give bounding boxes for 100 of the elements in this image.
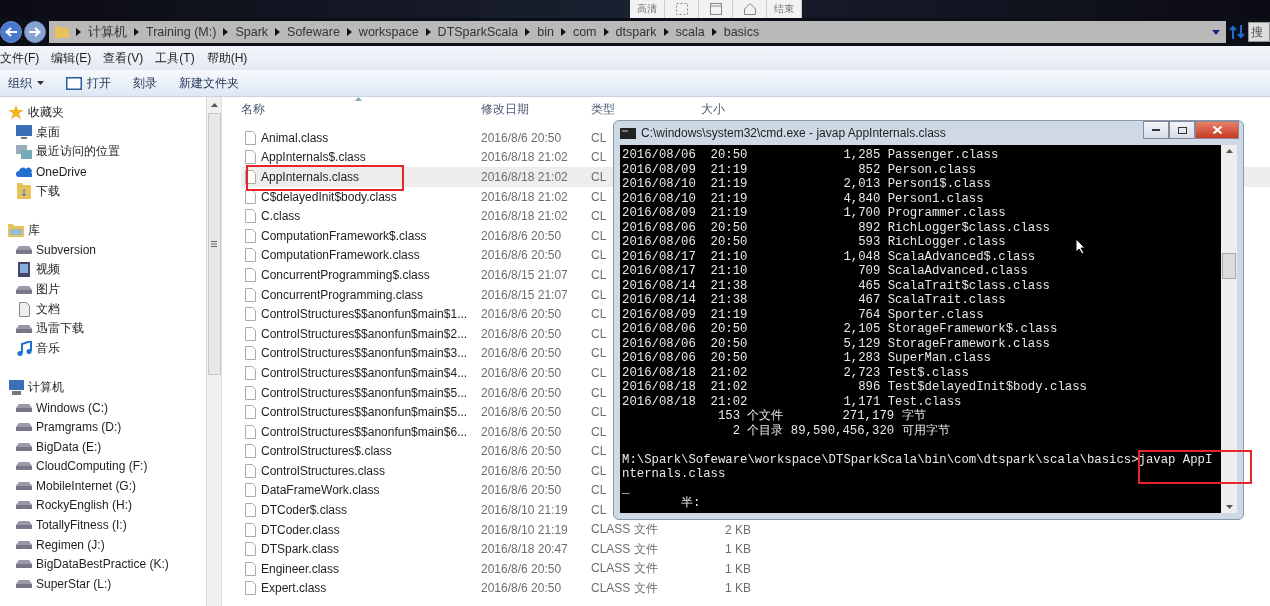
file-size: 2 KB [725, 522, 751, 537]
file-name: DTCoder.class [261, 522, 340, 537]
console-line: 2016/08/06 20:50 892 RichLogger$class.class [622, 220, 1050, 235]
file-name: ControlStructures$$anonfun$main$4... [261, 365, 468, 380]
window-title: C:\windows\system32\cmd.exe - javap AppInternals.class [641, 126, 947, 140]
file-name: ControlStructures$$anonfun$main$5... [261, 385, 468, 400]
console-line: _ [622, 481, 630, 496]
file-name: ComputationFramework.class [261, 248, 420, 263]
file-name: Engineer.class [261, 561, 340, 576]
console-line: 2016/08/14 21:38 467 ScalaTrait.class [622, 293, 1006, 308]
file-type: CL [591, 424, 607, 439]
file-type: CL [591, 346, 607, 361]
file-date: 2016/8/6 20:50 [481, 561, 562, 576]
console-line: 2 个目录 89,590,456,320 可用字节 [731, 423, 950, 438]
file-date: 2016/8/6 20:50 [481, 405, 562, 420]
console-line: 2016/08/09 21:19 852 Person.class [622, 162, 977, 177]
file-name: ControlStructures$$anonfun$main$6... [261, 424, 468, 439]
console-line: nternals.class [622, 467, 726, 482]
file-date: 2016/8/6 20:50 [481, 326, 562, 341]
file-size: 1 KB [725, 581, 751, 596]
file-type: CL [591, 326, 607, 341]
file-type: CL [591, 463, 607, 478]
file-name: ControlStructures.class [261, 463, 386, 478]
file-type: CL [591, 444, 607, 459]
file-type: CL [591, 287, 607, 302]
file-date: 2016/8/6 20:50 [481, 424, 562, 439]
file-name: DataFrameWork.class [261, 483, 380, 498]
console-line: 2016/08/18 21:02 896 Test$delayedInit$body.class [622, 380, 1087, 395]
file-date: 2016/8/6 20:50 [481, 385, 562, 400]
file-name: ControlStructures$.class [261, 444, 392, 459]
file-date: 2016/8/6 20:50 [481, 463, 562, 478]
console-line: 2016/08/17 21:10 709 ScalaAdvanced.class [622, 264, 1028, 279]
file-date: 2016/8/6 20:50 [481, 483, 562, 498]
file-date: 2016/8/15 21:07 [481, 267, 568, 282]
file-type: CLASS 文件 [591, 522, 658, 537]
console-line: 2016/08/06 20:50 5,129 StorageFramework.class [622, 336, 1050, 351]
file-name: ControlStructures$$anonfun$main$3... [261, 346, 468, 361]
console-line: 2016/08/06 20:50 1,285 Passenger.class [622, 148, 999, 163]
file-type: CL [591, 228, 607, 243]
file-name: ControlStructures$$anonfun$main$5... [261, 405, 468, 420]
file-type: CL [591, 307, 607, 322]
file-name: ConcurrentProgramming.class [261, 287, 424, 302]
console-line: 153 个文件 271,179 字节 [716, 409, 926, 424]
file-name: ControlStructures$$anonfun$main$1... [261, 307, 468, 322]
console-line: 2016/08/09 21:19 1,700 Programmer.class [622, 206, 1006, 221]
console-line: 半: [680, 496, 701, 511]
file-type: CLASS 文件 [591, 580, 658, 595]
file-size: 1 KB [725, 561, 751, 576]
console-line: 2016/08/17 21:10 1,048 ScalaAdvanced$.class [622, 249, 1036, 264]
file-name: ConcurrentProgramming$.class [261, 267, 430, 282]
file-date: 2016/8/6 20:50 [481, 307, 562, 322]
file-type: CLASS 文件 [591, 541, 658, 556]
file-type: CL [591, 248, 607, 263]
file-date: 2016/8/18 21:02 [481, 189, 568, 204]
file-date: 2016/8/10 21:19 [481, 503, 568, 518]
console-line: 2016/08/18 21:02 1,171 Test.class [622, 394, 962, 409]
file-type: CL [591, 267, 607, 282]
file-type: CL [591, 503, 607, 518]
file-name: AppInternals.class [261, 170, 360, 184]
file-type: CL [591, 130, 607, 145]
file-name: DTCoder$.class [261, 503, 348, 518]
file-date: 2016/8/6 20:50 [481, 346, 562, 361]
console-line: 2016/08/18 21:02 2,723 Test$.class [622, 365, 969, 380]
file-date: 2016/8/6 20:50 [481, 248, 562, 263]
console-line: 2016/08/09 21:19 764 Sporter.class [622, 307, 984, 322]
console-line: 2016/08/06 20:50 593 RichLogger.class [622, 235, 1006, 250]
file-type: CL [591, 385, 607, 400]
file-name: AppInternals$.class [261, 150, 366, 165]
file-type: CL [591, 189, 607, 204]
file-name: Animal.class [261, 130, 329, 145]
file-type: CL [591, 209, 607, 224]
file-date: 2016/8/15 21:07 [481, 287, 568, 302]
file-type: CL [591, 170, 607, 184]
file-type: CL [591, 365, 607, 380]
file-type: CL [591, 150, 607, 165]
file-date: 2016/8/18 20:47 [481, 542, 568, 557]
file-name: C$delayedInit$body.class [261, 189, 397, 204]
file-date: 2016/8/6 20:50 [481, 581, 562, 596]
file-name: ControlStructures$$anonfun$main$2... [261, 326, 468, 341]
console-line: 2016/08/06 20:50 1,283 SuperMan.class [622, 351, 991, 366]
file-date: 2016/8/6 20:50 [481, 444, 562, 459]
console-line: 2016/08/10 21:19 2,013 Person1$.class [622, 177, 991, 192]
file-type: CLASS 文件 [591, 561, 658, 576]
file-date: 2016/8/6 20:50 [481, 130, 562, 145]
console-line: 2016/08/14 21:38 465 ScalaTrait$class.class [622, 278, 1050, 293]
file-date: 2016/8/18 21:02 [481, 170, 568, 184]
file-date: 2016/8/6 20:50 [481, 228, 562, 243]
file-type: CL [591, 483, 607, 498]
file-name: C.class [261, 209, 301, 224]
file-name: ComputationFramework$.class [261, 228, 427, 243]
file-name: DTSpark.class [261, 542, 340, 557]
file-date: 2016/8/18 21:02 [481, 150, 568, 165]
file-type: CL [591, 405, 607, 420]
file-date: 2016/8/18 21:02 [481, 209, 568, 224]
file-name: Expert.class [261, 581, 327, 596]
console-line: 2016/08/10 21:19 4,840 Person1.class [622, 191, 984, 206]
console-line: 2016/08/06 20:50 2,105 StorageFramework$.class [622, 322, 1058, 337]
file-date: 2016/8/6 20:50 [481, 365, 562, 380]
file-date: 2016/8/10 21:19 [481, 522, 568, 537]
file-size: 1 KB [725, 542, 751, 557]
